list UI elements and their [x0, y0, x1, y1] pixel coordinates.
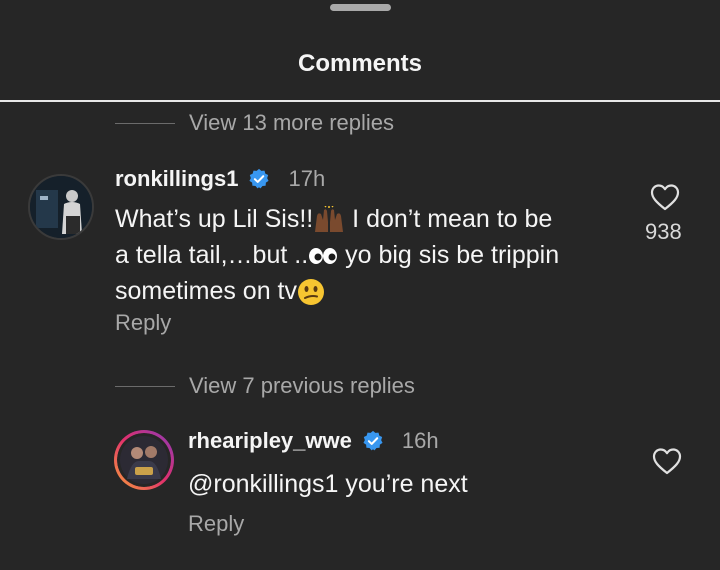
avatar-ronkillings1[interactable]	[28, 174, 94, 240]
comment1-header: ronkillings1 17h	[115, 166, 325, 192]
verified-badge-icon	[363, 430, 383, 451]
comments-sheet: Comments View 13 more replies ronkilling…	[0, 0, 720, 570]
avatar-rhearipley-wwe[interactable]	[114, 430, 174, 490]
reply-thread-line	[115, 122, 175, 124]
comment1-reply-button[interactable]: Reply	[115, 310, 171, 336]
raising-hands-emoji	[315, 206, 344, 233]
sheet-title: Comments	[297, 50, 423, 77]
comment2-timestamp: 16h	[401, 428, 439, 453]
avatar-photo	[117, 433, 171, 487]
username-rhearipley-wwe[interactable]: rhearipley_wwe	[188, 428, 352, 454]
confused-face-emoji	[298, 279, 325, 306]
avatar-photo	[30, 176, 92, 238]
view-more-replies-button[interactable]: View 13 more replies	[115, 110, 394, 136]
comment2-reply-button[interactable]: Reply	[188, 511, 244, 537]
comment1-text-line2b: yo big sis be trippin	[338, 241, 560, 269]
view-more-replies-label: View 13 more replies	[189, 110, 395, 135]
eyes-emoji	[309, 248, 338, 265]
comment1-timestamp: 17h	[288, 166, 326, 191]
comment2-like-heart-icon[interactable]	[652, 447, 682, 475]
comment1-like-count: 938	[645, 219, 682, 244]
view-previous-replies-button[interactable]: View 7 previous replies	[115, 373, 415, 399]
view-previous-replies-label: View 7 previous replies	[189, 373, 415, 398]
comment2-header: rhearipley_wwe 16h	[188, 428, 439, 454]
comment1-text-line3: sometimes on tv	[115, 277, 298, 305]
comment1-text-line1a: What’s up Lil Sis!!	[115, 205, 314, 233]
comment1-text-line2a: a tella tail,…but ..	[115, 241, 309, 269]
drag-handle[interactable]	[330, 4, 391, 11]
comment1-like-heart-icon[interactable]	[650, 183, 680, 211]
comment2-text: @ronkillings1 you’re next	[188, 470, 468, 498]
comment1-text-line1b: I don’t mean to be	[345, 205, 553, 233]
header-divider	[0, 100, 720, 102]
comment1-text: What’s up Lil Sis!! I don’t mean to be a…	[115, 201, 615, 309]
username-ronkillings1[interactable]: ronkillings1	[115, 166, 238, 192]
reply-thread-line	[115, 385, 175, 387]
verified-badge-icon	[249, 168, 270, 189]
